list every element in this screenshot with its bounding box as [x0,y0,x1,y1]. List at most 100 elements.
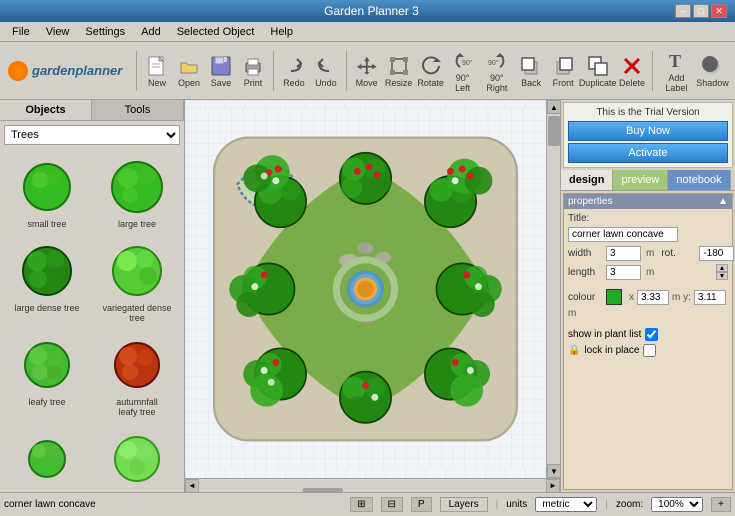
tab-preview[interactable]: preview [613,170,668,190]
p-button[interactable]: P [411,497,432,512]
back-icon [519,54,543,78]
maximize-button[interactable]: □ [693,4,709,18]
rotate-button[interactable]: Rotate [417,52,445,90]
toolbar-separator [136,51,137,91]
duplicate-button[interactable]: Duplicate [581,52,614,90]
canvas[interactable] [185,100,546,478]
scroll-track [547,114,560,464]
undo-label: Undo [315,78,337,88]
object-large-dense-tree[interactable]: large dense tree [4,237,90,327]
length-input[interactable] [606,265,641,280]
object-autumnfall-leafy-tree[interactable]: autumnfallleafy tree [94,331,180,421]
svg-text:T: T [669,51,681,71]
main-area: Objects Tools Trees Shrubs Flowers Veget… [0,100,735,492]
object-leafy-tree[interactable]: leafy tree [4,331,90,421]
canvas-top: ▲ ▼ [185,100,560,478]
title-input[interactable] [568,227,678,242]
shadow-button[interactable]: Shadow [698,52,727,90]
tab-design[interactable]: design [561,170,613,190]
length-row: length m ▲ ▼ [568,264,728,280]
move-label: Move [356,78,378,88]
menu-add[interactable]: Add [133,24,169,40]
scroll-down-button[interactable]: ▼ [547,464,560,478]
scroll-right-button[interactable]: ► [546,479,560,493]
front-button[interactable]: Front [549,52,577,90]
zoom-select[interactable]: 100% 75% 50% 125% 150% [651,497,703,512]
colour-swatch[interactable] [606,289,622,305]
length-unit: m [646,267,654,278]
90right-button[interactable]: 90° 90° Right [481,47,514,95]
category-dropdown[interactable]: Trees Shrubs Flowers Vegetables Structur… [4,125,180,145]
titlebar-controls: – □ ✕ [675,4,727,18]
layers-button[interactable]: Layers [440,497,488,512]
resize-button[interactable]: Resize [385,52,413,90]
menu-help[interactable]: Help [262,24,301,40]
horizontal-scrollbar[interactable]: ◄ ► [185,478,560,492]
length-down-button[interactable]: ▼ [716,272,728,280]
duplicate-icon [586,54,610,78]
undo-button[interactable]: Undo [312,52,340,90]
length-spinner[interactable]: ▲ ▼ [716,264,728,280]
new-icon [145,54,169,78]
90left-icon: 90° [451,49,475,73]
length-label: length [568,267,603,278]
90left-button[interactable]: 90° 90° Left [449,47,477,95]
tab-tools[interactable]: Tools [92,100,184,120]
add-label-button[interactable]: T Add Label [659,47,694,95]
buy-now-button[interactable]: Buy Now [568,121,728,141]
width-input[interactable] [606,246,641,261]
vertical-scrollbar[interactable]: ▲ ▼ [546,100,560,478]
save-button[interactable]: Save [207,52,235,90]
menu-view[interactable]: View [38,24,78,40]
redo-label: Redo [283,78,305,88]
object-small-tree[interactable]: small tree [4,153,90,233]
units-select[interactable]: metric imperial [535,497,597,512]
title-row: Title: [568,213,728,224]
variegated-dense-tree-icon [107,241,167,301]
zoom-in-button[interactable]: + [711,497,731,512]
object-small-leafy-tree[interactable]: small leafy tree [4,425,90,492]
units-button[interactable]: ⊟ [381,497,403,512]
length-up-button[interactable]: ▲ [716,264,728,272]
titlebar: Garden Planner 3 – □ ✕ [0,0,735,22]
scroll-left-button[interactable]: ◄ [185,479,199,493]
menu-settings[interactable]: Settings [77,24,133,40]
variegated-dense-tree-label: variegated dense tree [98,303,176,323]
garden-design[interactable] [185,100,546,478]
lock-checkbox[interactable] [643,344,656,357]
new-button[interactable]: New [143,52,171,90]
width-label: width [568,248,603,259]
leafy-tree-icon [17,335,77,395]
menu-selected-object[interactable]: Selected Object [169,24,263,40]
y-unit: m [568,308,576,319]
tab-notebook[interactable]: notebook [668,170,730,190]
x-input[interactable] [637,290,669,305]
delete-button[interactable]: Delete [618,52,646,90]
grid-button[interactable]: ⊞ [350,497,372,512]
redo-button[interactable]: Redo [280,52,308,90]
show-plant-checkbox[interactable] [645,328,658,341]
menu-file[interactable]: File [4,24,38,40]
move-button[interactable]: Move [353,52,381,90]
y-input[interactable] [694,290,726,305]
tab-objects[interactable]: Objects [0,100,92,120]
small-tree-label: small tree [27,219,66,229]
object-large-tree[interactable]: large tree [94,153,180,233]
scroll-up-button[interactable]: ▲ [547,100,560,114]
open-button[interactable]: Open [175,52,203,90]
print-button[interactable]: Print [239,52,267,90]
properties-collapse-icon[interactable]: ▲ [718,196,728,207]
activate-button[interactable]: Activate [568,143,728,163]
object-variegated-dense-tree[interactable]: variegated dense tree [94,237,180,327]
rot-input[interactable] [699,246,734,261]
category-selector: Trees Shrubs Flowers Vegetables Structur… [4,125,180,145]
object-tree-variegated-leaves[interactable]: tree variegated leaves [94,425,180,492]
minimize-button[interactable]: – [675,4,691,18]
close-button[interactable]: ✕ [711,4,727,18]
menubar: File View Settings Add Selected Object H… [0,22,735,42]
front-icon [551,54,575,78]
show-plant-row: show in plant list [568,328,728,341]
logo: gardenplanner [8,61,122,81]
large-tree-label: large tree [118,219,156,229]
back-button[interactable]: Back [517,52,545,90]
